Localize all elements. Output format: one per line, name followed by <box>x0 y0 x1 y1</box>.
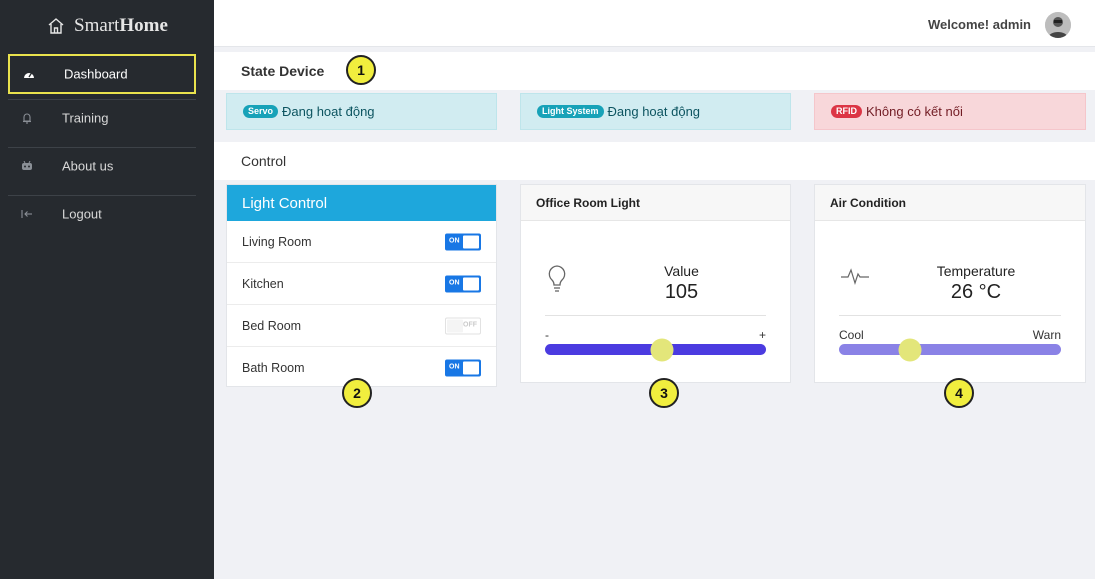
alert-text: Đang hoạt động <box>607 104 701 119</box>
sidebar-item-label: About us <box>62 158 114 174</box>
alert-text: Đang hoạt động <box>282 104 375 119</box>
metric-label: Temperature <box>936 263 1016 279</box>
temperature-slider[interactable] <box>839 338 1061 361</box>
divider <box>839 315 1061 316</box>
callout-marker: 2 <box>342 378 372 408</box>
control-header: Control <box>214 142 1095 180</box>
sidebar-item-label: Dashboard <box>64 66 128 82</box>
metric-value: 105 <box>664 281 699 303</box>
air-condition-card: Air Condition Temperature 26 °C Cool War… <box>814 184 1086 383</box>
robot-icon <box>20 159 34 173</box>
toggle-state: ON <box>449 279 460 286</box>
card-title: Office Room Light <box>521 185 790 221</box>
toggle-state: ON <box>449 363 460 371</box>
status-badge: RFID <box>831 104 862 119</box>
sidebar-item-label: Training <box>62 110 109 126</box>
alert-rfid: RFID Không có kết nối <box>814 93 1086 130</box>
sidebar-item-about-us[interactable]: About us <box>8 146 196 186</box>
divider <box>545 315 766 316</box>
callout-marker: 4 <box>944 378 974 408</box>
brand-logo[interactable]: Smart Home <box>47 15 168 37</box>
toggle-knob <box>463 361 479 375</box>
status-badge: Servo <box>243 104 279 119</box>
dashboard-icon <box>22 67 36 81</box>
status-badge: Light System <box>537 104 604 119</box>
avatar[interactable] <box>1045 12 1071 38</box>
room-name: Bed Room <box>242 318 302 333</box>
room-name: Bath Room <box>242 361 305 375</box>
room-row-bed-room: Bed Room OFF <box>227 305 496 347</box>
section-title: State Device <box>241 63 325 79</box>
living-room-toggle[interactable]: ON <box>445 233 481 250</box>
slider-thumb[interactable] <box>650 338 674 361</box>
light-control-card: Light Control Living Room ON Kitchen ON … <box>226 184 497 387</box>
toggle-state: ON <box>449 237 460 244</box>
room-row-living-room: Living Room ON <box>227 221 496 263</box>
section-title: Control <box>241 153 287 169</box>
welcome-text: Welcome! admin <box>927 17 1031 32</box>
sidebar: Smart Home Dashboard Training About us Lo… <box>0 0 214 579</box>
slider-thumb[interactable] <box>898 338 922 361</box>
toggle-state: OFF <box>463 321 477 328</box>
sidebar-item-dashboard[interactable]: Dashboard <box>8 54 196 94</box>
bell-icon <box>20 111 34 125</box>
kitchen-toggle[interactable]: ON <box>445 275 481 292</box>
metric-value: 26 °C <box>950 281 1002 303</box>
brand-name-light: Smart <box>74 15 120 36</box>
card-title: Air Condition <box>815 185 1085 221</box>
sidebar-item-logout[interactable]: Logout <box>8 194 196 234</box>
light-level-slider[interactable] <box>545 338 766 361</box>
sidebar-item-training[interactable]: Training <box>8 98 196 138</box>
card-title: Light Control <box>227 185 496 221</box>
bed-room-toggle[interactable]: OFF <box>445 317 481 334</box>
toggle-knob <box>463 235 479 248</box>
brand-name-bold: Home <box>119 15 168 36</box>
callout-marker: 1 <box>346 55 376 85</box>
alert-servo: Servo Đang hoạt động <box>226 93 497 130</box>
range-min-label: Cool <box>839 328 864 342</box>
sidebar-item-label: Logout <box>62 206 102 222</box>
range-max-label: Warn <box>1032 328 1061 342</box>
alert-light-system: Light System Đang hoạt động <box>520 93 791 130</box>
toggle-knob <box>463 277 479 290</box>
top-header: Welcome! admin <box>214 0 1095 47</box>
bath-room-toggle[interactable]: ON <box>445 359 481 377</box>
toggle-knob <box>447 319 463 332</box>
metric-label: Value <box>664 263 699 279</box>
range-max-label: + <box>758 328 766 342</box>
range-min-label: - <box>545 328 549 342</box>
room-name: Living Room <box>242 234 312 249</box>
office-light-card: Office Room Light Value 105 - + <box>520 184 791 383</box>
room-name: Kitchen <box>242 276 284 291</box>
room-row-kitchen: Kitchen ON <box>227 263 496 305</box>
callout-marker: 3 <box>649 378 679 408</box>
logout-icon <box>20 207 34 221</box>
home-icon <box>48 18 64 34</box>
alert-text: Không có kết nối <box>866 104 963 119</box>
